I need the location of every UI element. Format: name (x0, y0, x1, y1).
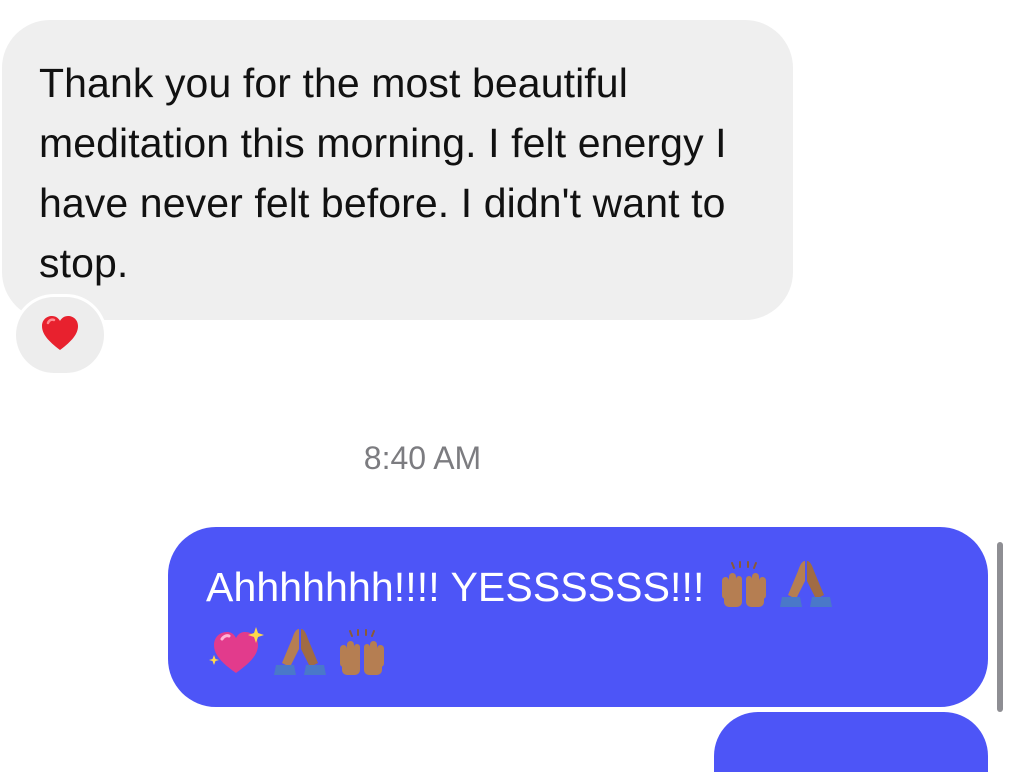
heart-icon (42, 316, 78, 350)
message-thread: Thank you for the most beautiful meditat… (0, 0, 1012, 772)
sparkling-heart-icon (206, 625, 266, 693)
outgoing-message-text: Ahhhhhhh!!!! YESSSSSS!!! (206, 564, 717, 610)
raising-hands-icon (334, 629, 390, 693)
scrollbar[interactable] (997, 542, 1003, 712)
outgoing-message-bubble-partial[interactable] (714, 712, 988, 772)
raising-hands-icon (716, 561, 772, 625)
heart-reaction-badge[interactable] (16, 297, 104, 373)
incoming-message-bubble[interactable]: Thank you for the most beautiful meditat… (2, 20, 793, 320)
outgoing-message-bubble[interactable]: Ahhhhhhh!!!! YESSSSSS!!! (168, 527, 988, 707)
message-timestamp: 8:40 AM (363, 440, 482, 476)
folded-hands-icon (272, 627, 328, 693)
incoming-message-text: Thank you for the most beautiful meditat… (39, 60, 727, 286)
folded-hands-icon (778, 559, 834, 625)
